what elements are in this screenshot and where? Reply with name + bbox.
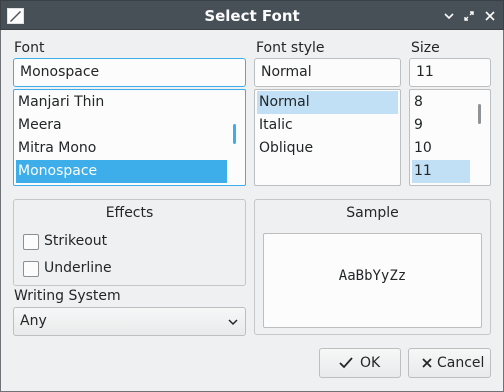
minimize-button[interactable] [442, 9, 456, 23]
close-button[interactable] [483, 9, 497, 23]
list-item[interactable]: Italic [257, 114, 398, 137]
list-item[interactable]: 8 [412, 91, 470, 114]
list-item-selected[interactable]: Normal [257, 91, 398, 114]
size-input[interactable]: 11 [409, 58, 491, 87]
maximize-button[interactable] [462, 9, 476, 23]
font-style-list[interactable]: Normal Italic Oblique [254, 89, 401, 186]
sample-title: Sample [346, 205, 399, 221]
window-title: Select Font [204, 7, 300, 25]
underline-label[interactable]: Underline [44, 260, 112, 276]
strikeout-checkbox[interactable] [23, 234, 39, 250]
list-item[interactable]: Mitra Mono [16, 137, 227, 160]
sample-preview: AaBbYyZz [263, 233, 482, 328]
font-list-scrollbar[interactable] [233, 124, 236, 144]
font-style-input[interactable]: Normal [254, 58, 401, 87]
checkmark-icon [339, 357, 353, 369]
list-item[interactable]: Oblique [257, 137, 398, 160]
ok-label: OK [360, 355, 381, 371]
chevron-down-icon [444, 13, 454, 20]
sample-group: Sample AaBbYyZz [254, 199, 491, 335]
writing-system-label: Writing System [14, 288, 121, 304]
list-item[interactable]: Manjari Thin [16, 91, 227, 114]
ok-button[interactable]: OK [319, 348, 401, 378]
sample-text: AaBbYyZz [338, 268, 407, 284]
strikeout-label[interactable]: Strikeout [44, 233, 107, 249]
close-icon [422, 358, 432, 368]
cancel-label: Cancel [437, 355, 485, 371]
list-item-selected[interactable]: 11 [412, 160, 470, 183]
chevron-down-icon [228, 319, 238, 326]
list-item[interactable]: 9 [412, 114, 470, 137]
writing-system-value: Any [20, 313, 47, 329]
effects-title: Effects [105, 205, 154, 221]
list-item[interactable]: 10 [412, 137, 470, 160]
list-item[interactable]: Meera [16, 114, 227, 137]
writing-system-select[interactable]: Any [13, 307, 246, 336]
font-label: Font [14, 40, 45, 56]
size-label: Size [411, 40, 440, 56]
font-style-label: Font style [256, 40, 325, 56]
cancel-button[interactable]: Cancel [408, 348, 491, 378]
underline-checkbox[interactable] [23, 261, 39, 277]
size-list[interactable]: 8 9 10 11 [409, 89, 491, 186]
size-list-scrollbar[interactable] [478, 104, 481, 124]
font-list[interactable]: Manjari Thin Meera Mitra Mono Monospace [13, 89, 246, 186]
effects-group: Effects Strikeout Underline [13, 199, 246, 286]
font-input[interactable]: Monospace [13, 58, 246, 87]
title-bar[interactable]: Select Font [0, 0, 504, 30]
list-item-selected[interactable]: Monospace [16, 160, 227, 183]
restore-icon [464, 11, 474, 21]
close-icon [485, 11, 495, 21]
